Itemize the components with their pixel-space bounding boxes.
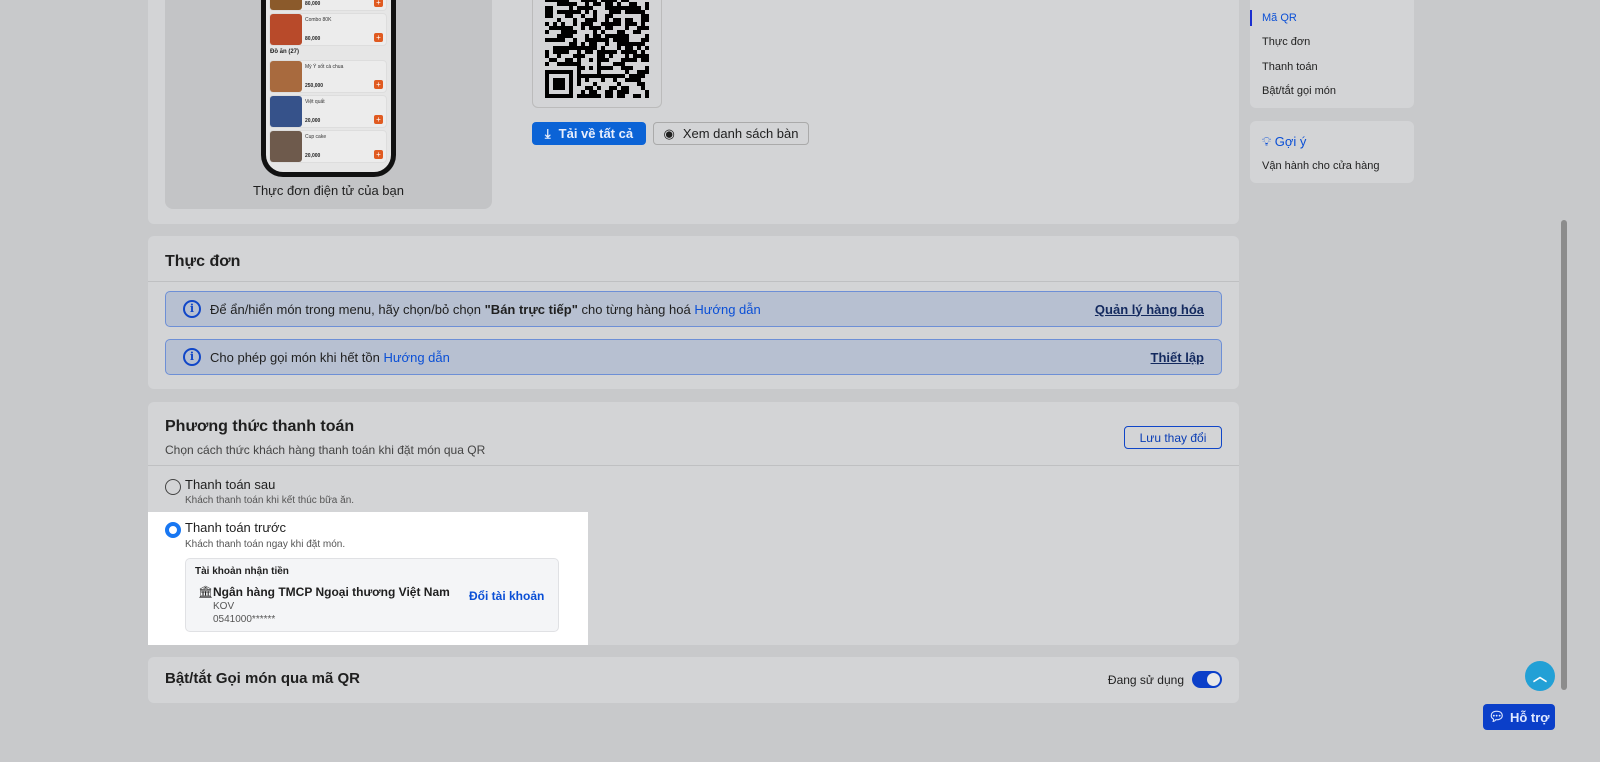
phone-menu-item: Mỳ Ý sốt cà chua 250,000 + [269,60,387,93]
qr-card: 80,000 + Combo 80K 80,000 + Đồ ăn (27) Mỳ Ý… [148,0,1239,224]
tips-item[interactable]: Vận hành cho cửa hàng [1262,160,1379,172]
nav-item-qr[interactable]: Mã QR [1262,12,1297,24]
download-all-button[interactable]: ⤓ Tải về tất cả [532,122,646,145]
payment-subtitle: Chọn cách thức khách hàng thanh toán khi… [165,443,486,457]
lightbulb-icon: 💡︎ [1262,134,1272,149]
change-account-link[interactable]: Đổi tài khoản [469,589,544,603]
receiving-account-box: Tài khoản nhận tiền 🏛 Ngân hàng TMCP Ngo… [185,558,559,632]
phone-menu-item: Combo 80K 80,000 + [269,13,387,46]
bank-name: Ngân hàng TMCP Ngoại thương Việt Nam [213,585,450,599]
manage-products-link[interactable]: Quản lý hàng hóa [1095,302,1204,317]
pay-later-desc: Khách thanh toán khi kết thúc bữa ăn. [185,495,355,506]
view-tables-button[interactable]: ◉ Xem danh sách bàn [653,122,809,145]
scroll-to-top-button[interactable]: ︿ [1525,661,1555,691]
pay-later-label: Thanh toán sau [185,477,276,492]
tips-panel: 💡︎ Gợi ý Vận hành cho cửa hàng [1250,121,1414,183]
bank-icon: 🏛 [198,585,214,599]
payment-title: Phương thức thanh toán [165,418,355,435]
nav-item-payment[interactable]: Thanh toán [1262,61,1318,73]
radio-pay-first[interactable] [165,522,181,538]
pay-first-desc: Khách thanh toán ngay khi đặt món. [185,539,346,550]
phone-section-label: Đồ ăn (27) [270,49,300,55]
menu-card: Thực đơn i Để ẩn/hiển món trong menu, hã… [148,236,1239,389]
account-holder: KOV [213,601,235,612]
payment-card: Phương thức thanh toán Chọn cách thức kh… [148,402,1239,645]
qr-code-image [545,0,649,98]
eye-icon: ◉ [663,125,675,141]
guide-link[interactable]: Hướng dẫn [694,302,760,317]
pay-first-label: Thanh toán trước [185,520,287,535]
menu-title: Thực đơn [165,253,241,270]
guide-link[interactable]: Hướng dẫn [383,350,449,365]
toggle-title: Bật/tắt Gọi món qua mã QR [165,670,361,687]
chevron-up-icon: ︿ [1533,668,1547,684]
chat-icon: 💬︎ [1488,709,1505,724]
section-nav: Mã QR Thực đơn Thanh toán Bật/tắt gọi mó… [1250,0,1414,108]
info-icon: i [183,300,201,318]
tips-title: 💡︎ Gợi ý [1262,134,1307,149]
out-of-stock-alert: i Cho phép gọi món khi hết tồn Hướng dẫn… [165,339,1222,375]
download-icon: ⤓ [544,125,551,141]
radio-pay-later[interactable] [165,479,181,495]
phone-menu-item: Cup cake 20,000 + [269,130,387,163]
nav-item-toggle[interactable]: Bật/tắt gọi món [1262,85,1336,97]
save-changes-button[interactable]: Lưu thay đổi [1124,426,1222,449]
info-icon: i [183,348,201,366]
phone-mockup: 80,000 + Combo 80K 80,000 + Đồ ăn (27) Mỳ Ý… [261,0,396,177]
menu-visibility-alert: i Để ẩn/hiển món trong menu, hãy chọn/bỏ… [165,291,1222,327]
account-number: 0541000****** [213,614,276,625]
support-button[interactable]: 💬︎ Hỗ trợ [1483,704,1555,730]
qr-ordering-toggle[interactable] [1192,671,1222,688]
account-heading: Tài khoản nhận tiền [195,566,289,577]
phone-menu-item: Việt quất 20,000 + [269,95,387,128]
setup-link[interactable]: Thiết lập [1151,350,1204,365]
phone-caption: Thực đơn điện tử của bạn [253,183,404,198]
phone-menu-item: 80,000 + [269,0,387,11]
scrollbar-thumb[interactable] [1561,220,1567,690]
qr-code-box [532,0,662,108]
toggle-status: Đang sử dụng [1107,673,1184,687]
menu-preview-panel: 80,000 + Combo 80K 80,000 + Đồ ăn (27) Mỳ Ý… [165,0,492,209]
qr-ordering-toggle-card: Bật/tắt Gọi món qua mã QR Đang sử dụng [148,657,1239,703]
nav-item-menu[interactable]: Thực đơn [1262,36,1310,48]
